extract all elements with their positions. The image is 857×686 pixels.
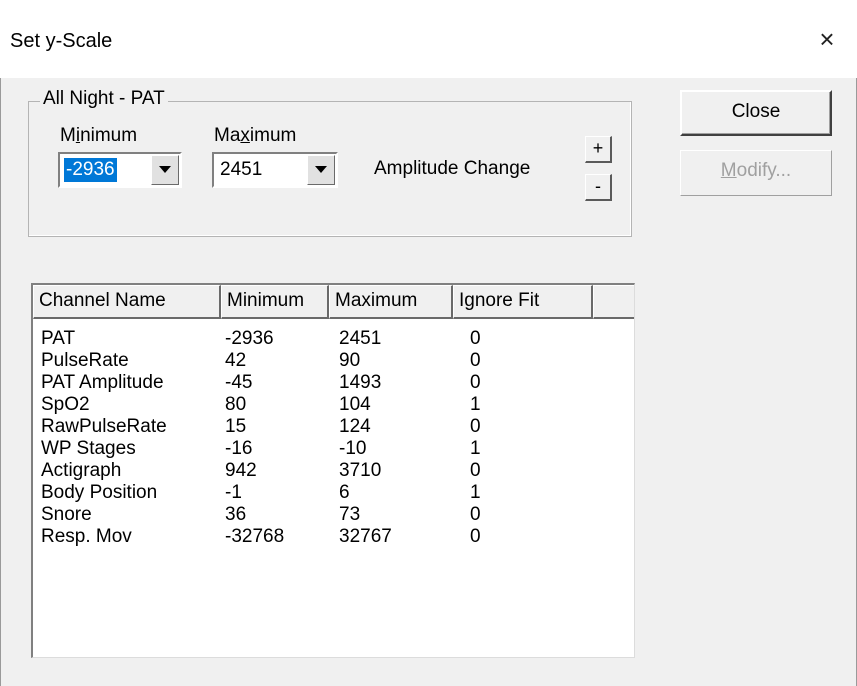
cell-channel-name: Actigraph: [41, 460, 122, 481]
cell-ignore-fit: 0: [470, 460, 481, 481]
cell-maximum: 104: [339, 394, 371, 415]
cell-channel-name: RawPulseRate: [41, 416, 167, 437]
cell-channel-name: Resp. Mov: [41, 526, 132, 547]
column-header-minimum[interactable]: Minimum: [221, 285, 329, 319]
cell-minimum: 15: [225, 416, 247, 437]
cell-channel-name: PAT Amplitude: [41, 372, 164, 393]
cell-maximum: 90: [339, 350, 361, 371]
cell-ignore-fit: 0: [470, 416, 481, 437]
maximum-combo[interactable]: 2451: [212, 152, 338, 188]
cell-minimum: 36: [225, 504, 247, 525]
column-header-empty: [593, 285, 634, 319]
cell-ignore-fit: 0: [470, 372, 481, 393]
cell-ignore-fit: 0: [470, 526, 481, 547]
cell-channel-name: Body Position: [41, 482, 158, 503]
cell-channel-name: WP Stages: [41, 438, 136, 459]
cell-minimum: -45: [225, 372, 253, 393]
amplitude-change-label: Amplitude Change: [374, 158, 531, 179]
cell-maximum: -10: [339, 438, 367, 459]
minimum-combo[interactable]: -2936: [58, 152, 182, 188]
cell-ignore-fit: 1: [470, 394, 481, 415]
close-icon[interactable]: ×: [810, 22, 844, 56]
channel-list[interactable]: Channel Name Minimum Maximum Ignore Fit …: [31, 283, 635, 658]
group-title: All Night - PAT: [40, 88, 168, 110]
cell-ignore-fit: 0: [470, 328, 481, 349]
cell-channel-name: Snore: [41, 504, 92, 525]
title-bar: [0, 0, 857, 78]
cell-maximum: 1493: [339, 372, 382, 393]
cell-channel-name: PAT: [41, 328, 76, 349]
minimum-dropdown-button[interactable]: [151, 155, 179, 185]
window-title: Set y-Scale: [10, 30, 113, 52]
cell-ignore-fit: 0: [470, 504, 481, 525]
column-header-channel-name[interactable]: Channel Name: [33, 285, 221, 319]
amplitude-minus-button[interactable]: -: [585, 174, 612, 201]
column-header-ignore-fit[interactable]: Ignore Fit: [453, 285, 593, 319]
cell-channel-name: SpO2: [41, 394, 90, 415]
cell-minimum: -2936: [225, 328, 274, 349]
cell-maximum: 73: [339, 504, 361, 525]
maximum-label: Maximum: [214, 125, 297, 146]
minimum-label: Minimum: [60, 125, 138, 146]
cell-maximum: 3710: [339, 460, 382, 481]
cell-minimum: 80: [225, 394, 247, 415]
cell-channel-name: PulseRate: [41, 350, 129, 371]
chevron-down-icon: [159, 166, 171, 173]
cell-maximum: 2451: [339, 328, 382, 349]
cell-maximum: 32767: [339, 526, 392, 547]
cell-ignore-fit: 1: [470, 438, 481, 459]
maximum-dropdown-button[interactable]: [307, 155, 335, 185]
cell-minimum: -32768: [225, 526, 285, 547]
cell-ignore-fit: 0: [470, 350, 481, 371]
cell-minimum: 42: [225, 350, 247, 371]
chevron-down-icon: [315, 166, 327, 173]
cell-minimum: -16: [225, 438, 253, 459]
cell-minimum: -1: [225, 482, 242, 503]
minimum-value[interactable]: -2936: [64, 158, 117, 182]
cell-maximum: 124: [339, 416, 371, 437]
cell-ignore-fit: 1: [470, 482, 481, 503]
cell-minimum: 942: [225, 460, 257, 481]
close-button[interactable]: Close: [680, 90, 832, 136]
column-header-maximum[interactable]: Maximum: [329, 285, 453, 319]
amplitude-plus-button[interactable]: +: [585, 136, 612, 163]
cell-maximum: 6: [339, 482, 350, 503]
maximum-value[interactable]: 2451: [218, 158, 264, 182]
window-border-left: [0, 78, 1, 686]
modify-button[interactable]: Modify...: [680, 150, 832, 196]
